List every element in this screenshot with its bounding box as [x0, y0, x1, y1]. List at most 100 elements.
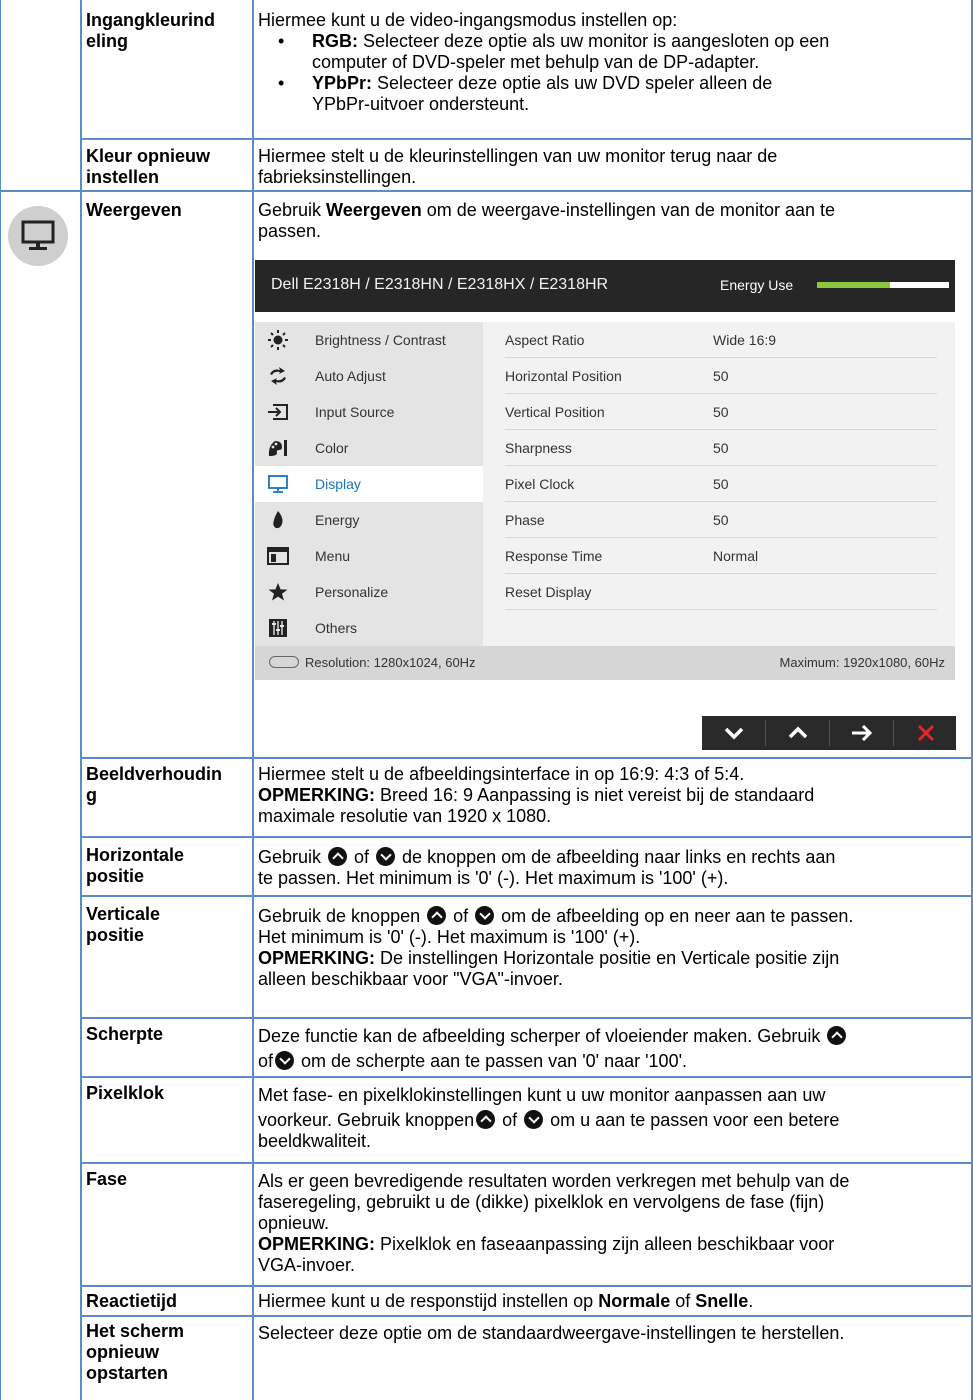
setting-name: Sharpness [505, 440, 572, 456]
note-text: Breed 16: 9 Aanpassing is niet vereist b… [375, 785, 815, 805]
desc-bold: Normale [598, 1291, 671, 1311]
row-divider [81, 1285, 973, 1287]
desc-line: maximale resolutie van 1920 x 1080. [258, 806, 552, 826]
close-icon [917, 724, 934, 742]
row-label-reactietijd: Reactietijd [86, 1291, 178, 1311]
desc-line: VGA-invoer. [258, 1255, 356, 1275]
menu-item-energy[interactable]: Energy [255, 502, 483, 538]
menu-item-label: Others [315, 620, 358, 636]
label-line: positie [86, 925, 145, 945]
others-icon [269, 619, 287, 637]
menu-item-others[interactable]: Others [255, 610, 483, 646]
label-line: Kleur opnieuw [86, 146, 211, 166]
menu-item-auto-adjust[interactable]: Auto Adjust [255, 358, 483, 394]
desc-line: fabrieksinstellingen. [258, 167, 417, 187]
desc-text: of [349, 847, 375, 867]
menu-item-menu[interactable]: Menu [255, 538, 483, 574]
note-text: Pixelklok en faseaanpassing zijn alleen … [375, 1234, 835, 1254]
setting-sharpness[interactable]: Sharpness 50 [505, 430, 937, 466]
row-label-scherpte: Scherpte [86, 1024, 164, 1044]
row-label-weergeven: Weergeven [86, 200, 182, 220]
setting-value: 50 [713, 404, 729, 420]
energy-use-bar [817, 282, 949, 288]
color-icon [268, 440, 287, 456]
table-border-left [0, 0, 1, 1400]
note-label: OPMERKING: [258, 948, 375, 968]
note-label: OPMERKING: [258, 1234, 375, 1254]
menu-item-input-source[interactable]: Input Source [255, 394, 483, 430]
option-term: YPbPr: [312, 73, 373, 93]
label-line: Beeldverhoudin [86, 764, 223, 784]
row-desc-pixelklok: Met fase- en pixelklokinstellingen kunt … [258, 1085, 970, 1152]
row-desc-weergeven: Gebruik Weergeven om de weergave-instell… [258, 200, 970, 242]
row-divider [81, 1315, 973, 1317]
row-desc-horizontale-positie: Gebruik of de knoppen om de afbeelding n… [258, 847, 970, 889]
desc-text: of [448, 906, 474, 926]
up-button-icon [476, 1110, 496, 1129]
desc-line: Hiermee stelt u de kleurinstellingen van… [258, 146, 778, 166]
desc-line: Hiermee kunt u de responstijd instellen … [258, 1291, 970, 1312]
setting-phase[interactable]: Phase 50 [505, 502, 937, 538]
nav-close-button[interactable] [894, 716, 957, 750]
input-source-icon [268, 404, 288, 420]
desc-text: Gebruik [258, 200, 327, 220]
energy-use-fill [817, 282, 890, 288]
osd-display-settings: Aspect Ratio Wide 16:9 Horizontal Positio… [483, 322, 955, 646]
setting-vertical-position[interactable]: Vertical Position 50 [505, 394, 937, 430]
resolution-text: Resolution: 1280x1024, 60Hz [305, 655, 476, 670]
desc-line: Gebruik Weergeven om de weergave-instell… [258, 200, 970, 221]
maximum-resolution: Maximum: 1920x1080, 60Hz [779, 655, 945, 670]
nav-up-button[interactable] [766, 716, 829, 750]
desc-line: passen. [258, 221, 322, 241]
table-column-divider-2 [252, 0, 254, 1400]
menu-item-color[interactable]: Color [255, 430, 483, 466]
up-button-icon [328, 847, 348, 866]
osd-footer: Resolution: 1280x1024, 60Hz Maximum: 192… [255, 646, 955, 680]
label-line: g [86, 785, 97, 805]
row-divider [81, 1076, 973, 1078]
row-divider [81, 1162, 973, 1164]
auto-adjust-icon [270, 367, 286, 385]
osd-nav-buttons [702, 716, 956, 750]
option-text: Selecteer deze optie als uw DVD speler a… [372, 73, 773, 93]
menu-item-label: Color [315, 440, 349, 456]
row-desc-fase: Als er geen bevredigende resultaten word… [258, 1171, 970, 1276]
menu-item-display[interactable]: Display [255, 466, 483, 502]
menu-icon [267, 547, 289, 565]
row-label-verticale-positie: Verticale positie [86, 904, 250, 946]
setting-horizontal-position[interactable]: Horizontal Position 50 [505, 358, 937, 394]
option-text: YPbPr-uitvoer ondersteunt. [312, 94, 530, 114]
right-arrow-icon [851, 725, 872, 741]
up-button-icon [827, 1026, 847, 1045]
menu-item-label: Display [315, 476, 361, 492]
setting-pixel-clock[interactable]: Pixel Clock 50 [505, 466, 937, 502]
setting-response-time[interactable]: Response Time Normal [505, 538, 937, 574]
desc-line: OPMERKING: Breed 16: 9 Aanpassing is nie… [258, 785, 970, 806]
setting-reset-display[interactable]: Reset Display [505, 574, 937, 610]
option-term: RGB: [312, 31, 358, 51]
star-icon [268, 583, 288, 601]
menu-item-brightness-contrast[interactable]: Brightness / Contrast [255, 322, 483, 358]
note-label: OPMERKING: [258, 785, 375, 805]
energy-use-label: Energy Use [720, 277, 794, 293]
desc-line: Met fase- en pixelklokinstellingen kunt … [258, 1085, 826, 1105]
setting-name: Reset Display [505, 584, 592, 600]
setting-value: 50 [713, 368, 729, 384]
setting-aspect-ratio[interactable]: Aspect Ratio Wide 16:9 [505, 322, 937, 358]
nav-right-button[interactable] [830, 716, 893, 750]
row-desc-kleur-reset: Hiermee stelt u de kleurinstellingen van… [258, 146, 970, 188]
resolution-info: Resolution: 1280x1024, 60Hz [269, 646, 476, 680]
label-line: Horizontale [86, 845, 185, 865]
setting-value: Normal [713, 548, 759, 564]
nav-down-button[interactable] [702, 716, 765, 750]
row-desc-verticale-positie: Gebruik de knoppen of om de afbeelding o… [258, 906, 970, 990]
down-button-icon [376, 847, 396, 866]
desc-line: beeldkwaliteit. [258, 1131, 372, 1151]
desc-line: Gebruik of de knoppen om de afbeelding n… [258, 847, 970, 868]
down-icon [724, 727, 743, 740]
osd-menu-list: Brightness / Contrast Auto Adjust Input … [255, 322, 483, 646]
menu-item-personalize[interactable]: Personalize [255, 574, 483, 610]
setting-name: Vertical Position [505, 404, 605, 420]
row-divider [81, 895, 973, 897]
desc-line: alleen beschikbaar voor "VGA"-invoer. [258, 969, 563, 989]
